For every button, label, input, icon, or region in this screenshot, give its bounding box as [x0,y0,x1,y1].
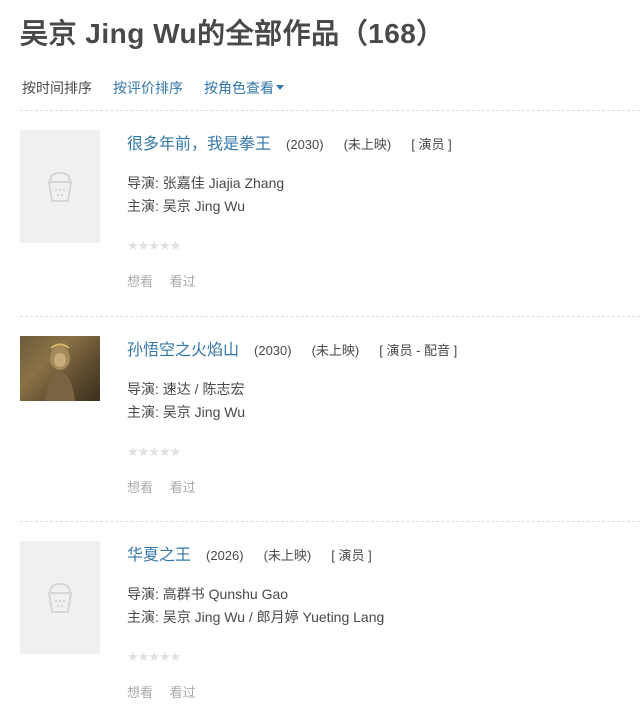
divider [20,316,640,317]
work-year: (2026) [206,548,244,563]
want-to-watch-button[interactable]: 想看 [127,274,153,289]
view-by-role-dropdown[interactable]: 按角色查看 [204,78,284,98]
list-item: 孙悟空之火焰山 (2030) (未上映) [ 演员 - 配音 ] 导演: 速达 … [0,336,640,536]
work-status: (未上映) [311,343,360,358]
cup-placeholder-icon [47,582,73,613]
work-status: (未上映) [263,548,312,563]
cup-placeholder-icon [47,171,73,202]
work-cast: 主演: 吴京 Jing Wu [127,404,245,420]
poster-placeholder[interactable] [20,130,100,243]
sort-bar: 按时间排序 按评价排序 按角色查看 [22,78,305,98]
monkey-king-image [45,343,75,401]
work-cast: 主演: 吴京 Jing Wu [127,198,245,214]
caret-down-icon [276,84,284,90]
want-to-watch-button[interactable]: 想看 [127,480,153,495]
work-director: 导演: 高群书 Qunshu Gao [127,586,289,602]
work-director: 导演: 速达 / 陈志宏 [127,381,245,397]
work-role: [ 演员 ] [411,137,452,152]
divider [20,521,640,522]
watched-button[interactable]: 看过 [170,480,196,495]
sort-by-time[interactable]: 按时间排序 [22,78,92,98]
poster-placeholder[interactable] [20,541,100,654]
view-by-role-label: 按角色查看 [204,80,274,96]
poster-image[interactable] [20,336,100,401]
sort-by-rating[interactable]: 按评价排序 [113,78,183,98]
rating-stars: ★★★★★ [127,238,181,253]
work-year: (2030) [286,137,324,152]
work-cast: 主演: 吴京 Jing Wu / 郎月婷 Yueting Lang [127,609,385,625]
work-status: (未上映) [343,137,392,152]
rating-stars: ★★★★★ [127,444,181,459]
rating-stars: ★★★★★ [127,649,181,664]
work-role: [ 演员 - 配音 ] [379,343,458,358]
divider [20,110,640,111]
watched-button[interactable]: 看过 [170,274,196,289]
work-role: [ 演员 ] [331,548,372,563]
work-title-link[interactable]: 很多年前，我是拳王 [127,130,271,154]
list-item: 华夏之王 (2026) (未上映) [ 演员 ] 导演: 高群书 Qunshu … [0,541,640,720]
work-year: (2030) [254,343,292,358]
want-to-watch-button[interactable]: 想看 [127,685,153,700]
work-title-link[interactable]: 华夏之王 [127,541,191,565]
work-director: 导演: 张嘉佳 Jiajia Zhang [127,175,285,191]
work-title-link[interactable]: 孙悟空之火焰山 [127,336,239,360]
list-item: 很多年前，我是拳王 (2030) (未上映) [ 演员 ] 导演: 张嘉佳 Ji… [0,130,640,330]
page-title: 吴京 Jing Wu的全部作品（168） [20,18,445,49]
watched-button[interactable]: 看过 [170,685,196,700]
